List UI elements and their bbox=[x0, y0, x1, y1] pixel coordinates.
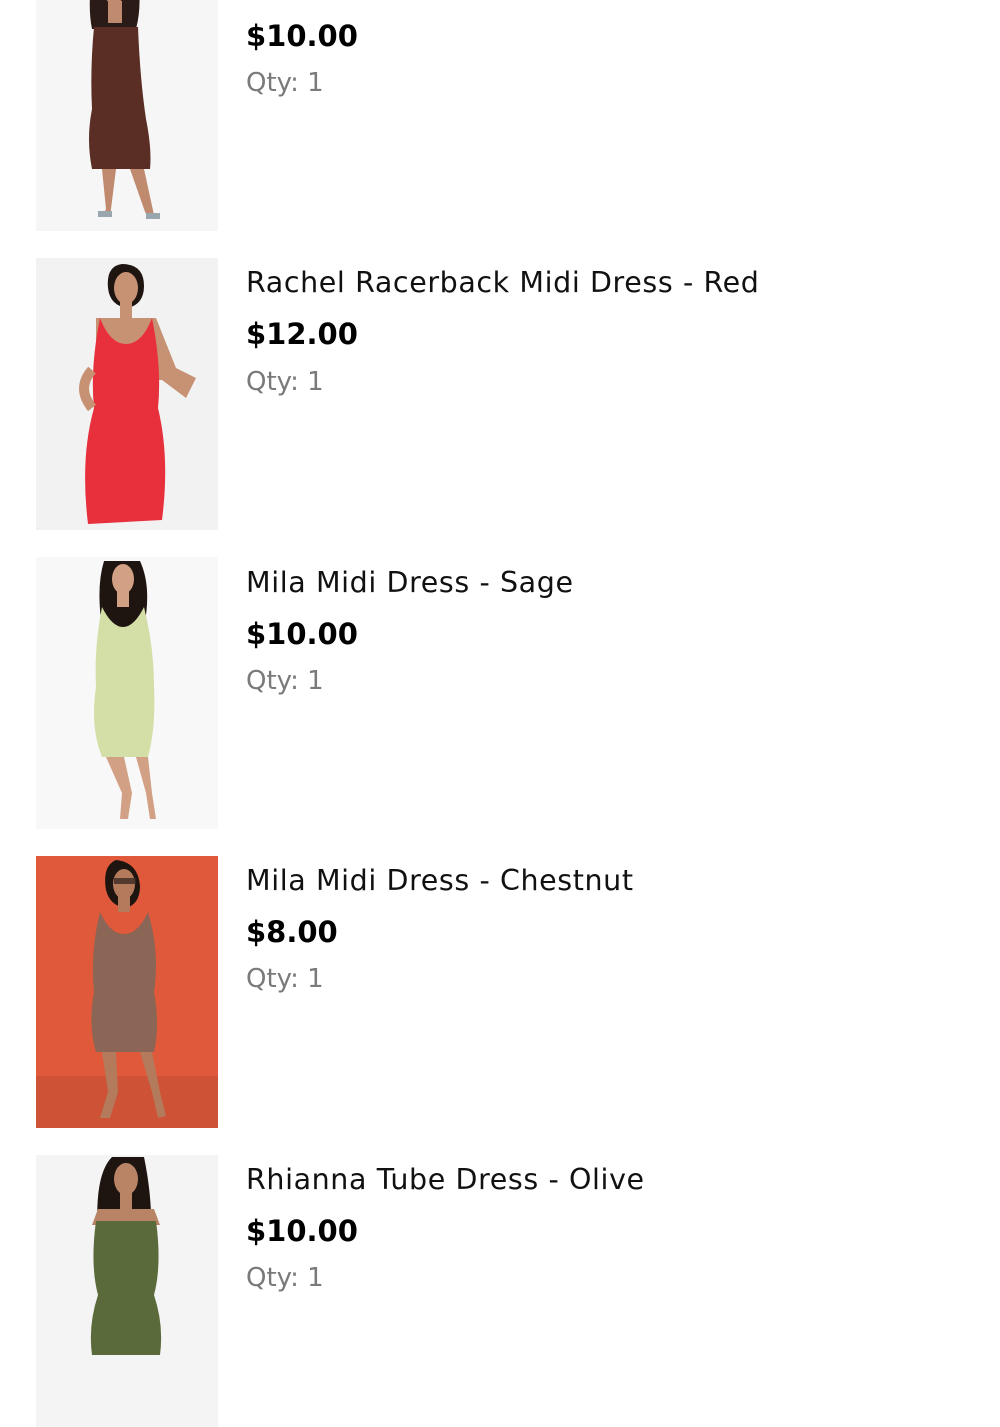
item-name[interactable]: Mila Midi Dress - Sage bbox=[246, 566, 574, 599]
item-price: $8.00 bbox=[246, 915, 338, 949]
item-name[interactable]: Rachel Racerback Midi Dress - Red bbox=[246, 266, 759, 299]
product-image[interactable] bbox=[36, 557, 218, 829]
product-image[interactable] bbox=[36, 0, 218, 231]
item-price: $10.00 bbox=[246, 19, 358, 53]
item-price: $12.00 bbox=[246, 317, 358, 351]
item-quantity: Qty: 1 bbox=[246, 964, 324, 994]
item-name[interactable]: Rhianna Tube Dress - Olive bbox=[246, 1163, 645, 1196]
item-price: $10.00 bbox=[246, 1214, 358, 1248]
item-quantity: Qty: 1 bbox=[246, 666, 324, 696]
product-image[interactable] bbox=[36, 856, 218, 1128]
item-name[interactable]: Mila Midi Dress - Chestnut bbox=[246, 864, 634, 897]
product-image[interactable] bbox=[36, 258, 218, 530]
item-price: $10.00 bbox=[246, 617, 358, 651]
dress-photo bbox=[36, 0, 218, 231]
dress-photo bbox=[36, 1155, 218, 1427]
item-quantity: Qty: 1 bbox=[246, 68, 324, 98]
product-image[interactable] bbox=[36, 1155, 218, 1427]
item-quantity: Qty: 1 bbox=[246, 1263, 324, 1293]
dress-photo bbox=[36, 258, 218, 530]
dress-photo bbox=[36, 557, 218, 829]
item-quantity: Qty: 1 bbox=[246, 367, 324, 397]
dress-photo bbox=[36, 856, 218, 1128]
